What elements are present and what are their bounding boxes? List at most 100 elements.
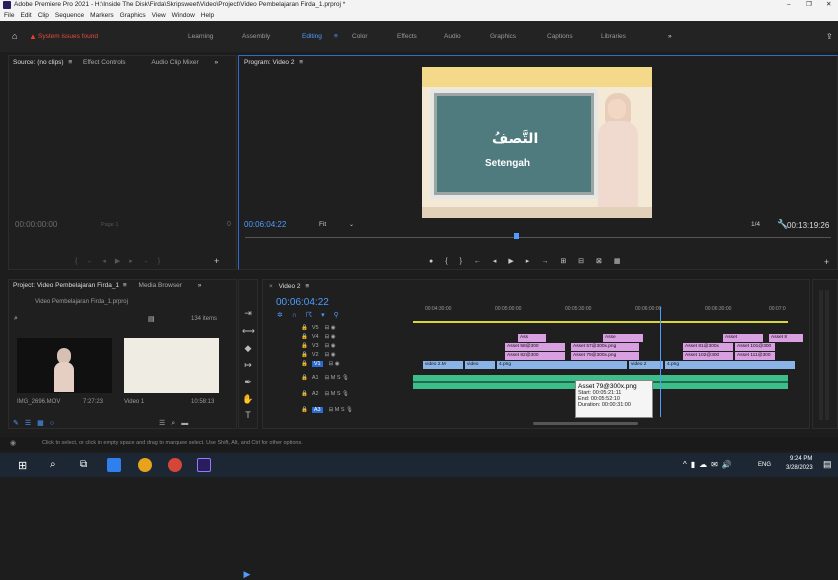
menu-clip[interactable]: Clip — [38, 12, 49, 19]
program-playhead[interactable] — [514, 233, 519, 239]
track-v1[interactable]: 🔒 V1 ⊟ ◉ — [283, 361, 340, 370]
minimize-button[interactable]: – — [787, 0, 791, 10]
project-more-icon[interactable]: » — [198, 282, 202, 289]
clock-time[interactable]: 9:24 PM — [790, 456, 812, 462]
track-a3[interactable]: 🔒 A3 ⊟ M S 🎙 — [283, 407, 353, 416]
hand-tool-icon[interactable]: ✋ — [242, 393, 254, 405]
project-thumb-1[interactable] — [17, 338, 112, 393]
timeline-clip[interactable]: video 2.M — [423, 361, 463, 369]
program-add-icon[interactable]: + — [824, 257, 829, 267]
tab-audio-clip-mixer[interactable]: Audio Clip Mixer — [151, 59, 198, 66]
source-add-icon[interactable]: + — [214, 256, 219, 266]
taskbar-search-icon[interactable]: ⌕ — [50, 459, 56, 470]
track-a2[interactable]: 🔒 A2 ⊟ M S 🎙 — [283, 391, 349, 400]
timeline-clip[interactable]: video 2 — [629, 361, 663, 369]
type-tool-icon[interactable]: T — [242, 409, 254, 421]
menu-file[interactable]: File — [4, 12, 14, 19]
ws-tab-effects[interactable]: Effects — [397, 21, 417, 52]
razor-tool-icon[interactable]: ◆ — [242, 342, 254, 354]
timeline-clip[interactable]: Ass — [518, 334, 546, 342]
tab-source[interactable]: Source: (no clips) — [13, 59, 64, 66]
close-button[interactable]: ✕ — [826, 0, 831, 10]
zoom-dropdown[interactable]: 1/4 — [751, 221, 760, 228]
timeline-clip[interactable]: Asset 111@300 — [735, 352, 775, 360]
project-thumb-2[interactable] — [124, 338, 219, 393]
pen-tool-icon[interactable]: ✒ — [242, 376, 254, 388]
app-chrome-icon[interactable] — [138, 458, 152, 472]
timeline-clip[interactable]: Asset 58@300 — [505, 343, 565, 351]
fit-chevron-icon[interactable]: ⌄ — [349, 221, 354, 228]
system-issues-label[interactable]: System issues found — [38, 21, 98, 52]
fit-dropdown[interactable]: Fit — [319, 221, 326, 228]
share-icon[interactable]: ⇪ — [826, 21, 833, 52]
ws-tab-assembly[interactable]: Assembly — [242, 21, 270, 52]
timeline-ruler[interactable]: 00:04:30:00 00:05:00:00 00:05:30:00 00:0… — [413, 306, 798, 318]
timeline-clip[interactable]: Asset 102@300 — [683, 352, 733, 360]
menu-sequence[interactable]: Sequence — [55, 12, 84, 19]
menu-edit[interactable]: Edit — [20, 12, 31, 19]
ws-tab-libraries[interactable]: Libraries — [601, 21, 626, 52]
tab-effect-controls[interactable]: Effect Controls — [83, 59, 126, 66]
track-a1[interactable]: 🔒 A1 ⊟ M S 🎙 — [283, 375, 349, 384]
ws-tab-learning[interactable]: Learning — [188, 21, 213, 52]
app-chrome-2-icon[interactable] — [168, 458, 182, 472]
timeline-clip[interactable]: Asset 79@300x.png — [571, 352, 639, 360]
menu-view[interactable]: View — [152, 12, 166, 19]
program-title[interactable]: Program: Video 2 — [244, 59, 294, 66]
track-select-tool-icon[interactable]: ⇥ — [242, 307, 254, 319]
timeline-clip[interactable]: Asset 82@300 — [505, 352, 565, 360]
tab-timeline[interactable]: Video 2 — [279, 283, 301, 290]
menu-graphics[interactable]: Graphics — [120, 12, 146, 19]
timeline-clip[interactable]: 4.png — [665, 361, 795, 369]
clock-date[interactable]: 3/28/2023 — [786, 465, 813, 471]
timeline-timecode[interactable]: 00:06:04:22 — [276, 297, 329, 308]
track-v2[interactable]: 🔒 V2 ⊟ ◉ — [283, 352, 336, 361]
search-icon[interactable]: ⌕ — [14, 315, 18, 323]
tab-project-menu-icon[interactable]: ≡ — [123, 282, 127, 289]
windows-start-icon[interactable]: ⊞ — [18, 459, 27, 472]
timeline-playhead[interactable] — [660, 307, 661, 417]
timeline-scrollbar[interactable] — [533, 422, 638, 425]
slip-tool-icon[interactable]: ↦ — [242, 359, 254, 371]
ws-tab-editing[interactable]: Editing — [302, 21, 322, 52]
timeline-clip[interactable]: Asse — [603, 334, 643, 342]
restore-button[interactable]: ❐ — [806, 0, 812, 10]
menu-help[interactable]: Help — [201, 12, 214, 19]
ws-tab-captions[interactable]: Captions — [547, 21, 573, 52]
ripple-edit-tool-icon[interactable]: ⟷ — [242, 325, 255, 337]
ws-tab-audio[interactable]: Audio — [444, 21, 461, 52]
menu-window[interactable]: Window — [172, 12, 195, 19]
ws-tab-graphics[interactable]: Graphics — [490, 21, 516, 52]
tab-source-menu-icon[interactable]: ≡ — [68, 59, 72, 66]
timeline-clip[interactable]: Asset 8 — [769, 334, 803, 342]
selection-tool-icon[interactable]: ▶ — [241, 568, 253, 580]
ws-menu-icon[interactable]: ≡ — [334, 21, 338, 52]
timeline-menu-icon[interactable]: ≡ — [305, 283, 309, 290]
timeline-clip[interactable]: Asset 81@300x — [683, 343, 733, 351]
track-v5[interactable]: 🔒 V5 ⊟ ◉ — [283, 325, 336, 334]
tab-media-browser[interactable]: Media Browser — [139, 282, 182, 289]
app-explorer-icon[interactable] — [107, 458, 121, 472]
timeline-close-icon[interactable]: × — [269, 283, 273, 290]
source-timecode[interactable]: 00:00:00:00 — [15, 220, 57, 229]
panel-more-icon[interactable]: » — [214, 59, 218, 66]
timeline-clip[interactable]: 4.png — [497, 361, 627, 369]
ws-tab-color[interactable]: Color — [352, 21, 368, 52]
tab-project[interactable]: Project: Video Pembelajaran Firda_1 — [13, 282, 119, 289]
timeline-clip[interactable]: Asset 101@300 — [735, 343, 775, 351]
track-v3[interactable]: 🔒 V3 ⊟ ◉ — [283, 343, 336, 352]
notifications-icon[interactable]: ▤ — [823, 459, 832, 470]
track-v4[interactable]: 🔒 V4 ⊟ ◉ — [283, 334, 336, 343]
lang-indicator[interactable]: ENG — [758, 462, 771, 468]
menu-markers[interactable]: Markers — [90, 12, 113, 19]
program-menu-icon[interactable]: ≡ — [299, 59, 303, 66]
new-bin-icon[interactable]: ▤ — [148, 315, 155, 323]
timeline-clip[interactable]: video — [465, 361, 495, 369]
timeline-clip[interactable]: Asset — [723, 334, 763, 342]
home-icon[interactable]: ⌂ — [12, 21, 17, 52]
program-timecode[interactable]: 00:06:04:22 — [244, 220, 286, 229]
work-area-bar[interactable] — [413, 321, 788, 323]
ws-more-button[interactable]: » — [668, 21, 672, 52]
task-view-icon[interactable]: ⧉ — [80, 459, 87, 470]
timeline-clip[interactable]: Asset 57@300x.png — [571, 343, 639, 351]
